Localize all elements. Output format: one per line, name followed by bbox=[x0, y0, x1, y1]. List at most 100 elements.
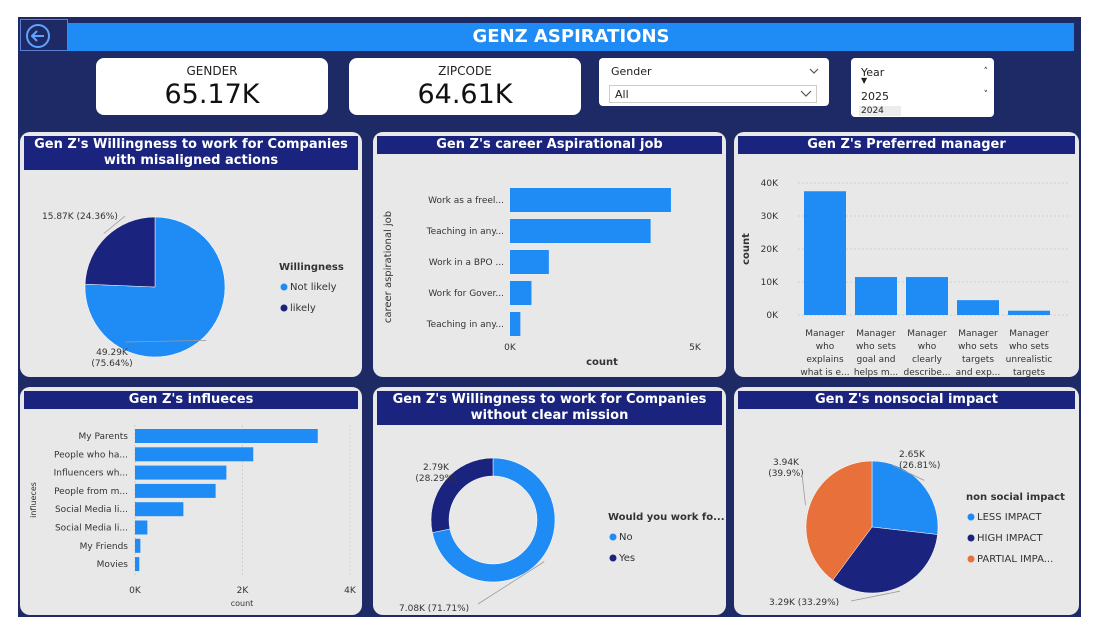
gender-card-value: 65.17K bbox=[164, 79, 260, 110]
tick-label: 40K bbox=[761, 179, 779, 189]
bar-chart-influences: 0K 2K 4K My Parents People who ha... Influenc… bbox=[29, 425, 357, 608]
gender-selected-value: All bbox=[615, 88, 629, 101]
legend-marker bbox=[967, 555, 975, 563]
bar bbox=[804, 191, 846, 315]
pie-chart-misaligned: 49.29K (75.64%) 15.87K (24.36%) Willingness… bbox=[42, 212, 344, 369]
bar bbox=[855, 277, 897, 315]
tick-label: 5K bbox=[689, 343, 702, 353]
axis-label: count bbox=[741, 233, 752, 265]
dashboard: GENZ ASPIRATIONS GENDER 65.17K ZIPCODE 6… bbox=[18, 17, 1081, 617]
tick-label: 4K bbox=[344, 586, 357, 596]
tick-label: 30K bbox=[761, 212, 779, 222]
bar bbox=[510, 219, 651, 243]
category-label: People from m... bbox=[54, 487, 128, 497]
data-label: 3.94K (39.9%) bbox=[768, 458, 804, 479]
gender-card: GENDER 65.17K bbox=[96, 58, 328, 115]
bar bbox=[510, 250, 549, 274]
pie-slice bbox=[84, 216, 156, 288]
axis-label: count bbox=[231, 599, 254, 608]
bar bbox=[906, 277, 948, 315]
data-label: 15.87K (24.36%) bbox=[42, 212, 118, 222]
bar bbox=[957, 300, 999, 315]
legend-marker bbox=[967, 534, 975, 542]
bar-chart-career: Work as a freel... Teaching in any... Work… bbox=[383, 188, 702, 368]
category-label: My Friends bbox=[80, 542, 129, 552]
category-label: Social Media li... bbox=[55, 524, 128, 534]
year-slicer: Year ▼ 2025 2024 ˄ ˅ bbox=[851, 58, 994, 117]
category-label: People who ha... bbox=[54, 450, 128, 460]
category-label: Teaching in any... bbox=[426, 227, 504, 237]
bar bbox=[510, 188, 671, 212]
legend-item: Yes bbox=[618, 553, 635, 564]
category-label: Manager who clearly describe... bbox=[904, 329, 951, 377]
zipcode-card: ZIPCODE 64.61K bbox=[349, 58, 581, 115]
data-label: 49.29K (75.64%) bbox=[91, 348, 132, 369]
year-option[interactable]: 2024 bbox=[859, 106, 901, 116]
gender-dropdown[interactable]: All bbox=[609, 85, 817, 103]
bar bbox=[135, 465, 227, 480]
back-button[interactable] bbox=[20, 19, 68, 51]
bar bbox=[135, 429, 318, 443]
bar-chart-manager: 40K 30K 20K 10K 0K Manager who explains what is … bbox=[741, 179, 1069, 377]
tick-label: 0K bbox=[129, 586, 142, 596]
category-label: Work as a freel... bbox=[428, 196, 504, 206]
legend-marker bbox=[609, 554, 617, 562]
chevron-down-icon bbox=[800, 90, 812, 97]
axis-label: career aspirational job bbox=[383, 211, 394, 323]
panel-nonsocial: Gen Z's nonsocial impact 2.65K (26.81%) 3.… bbox=[734, 387, 1079, 615]
zipcode-card-label: ZIPCODE bbox=[438, 64, 492, 78]
axis-label: count bbox=[586, 357, 618, 368]
donut-chart-mission: 7.08K (71.71%) 2.79K (28.29%) Would you wor… bbox=[399, 457, 725, 614]
panel-willingness-mission: Gen Z's Willingness to work for Companie… bbox=[373, 387, 726, 615]
legend-item: Not likely bbox=[290, 282, 337, 293]
tick-label: 0K bbox=[766, 311, 779, 321]
category-label: Work for Gover... bbox=[428, 289, 504, 299]
pie-chart-nonsocial: 2.65K (26.81%) 3.29K (33.29%) 3.94K (39.9%) n… bbox=[768, 450, 1065, 608]
sort-desc-icon[interactable]: ▼ bbox=[861, 76, 867, 85]
category-label: Work in a BPO ... bbox=[429, 258, 504, 268]
legend-item: PARTIAL IMPA... bbox=[977, 554, 1053, 565]
bar bbox=[135, 483, 216, 498]
category-label: Social Media li... bbox=[55, 505, 128, 515]
bar bbox=[510, 281, 532, 305]
back-arrow-icon bbox=[26, 24, 50, 48]
data-label: 2.79K (28.29%) bbox=[415, 463, 456, 484]
gender-card-label: GENDER bbox=[186, 64, 238, 78]
panel-career: Gen Z's career Aspirational job Work as … bbox=[373, 132, 726, 377]
legend-title: non social impact bbox=[966, 492, 1065, 503]
legend-title: Would you work fo... bbox=[608, 512, 725, 523]
pie-slice bbox=[871, 460, 939, 535]
legend-item: HIGH IMPACT bbox=[977, 533, 1044, 544]
category-label: My Parents bbox=[79, 432, 129, 442]
bar bbox=[135, 557, 140, 572]
category-label: Teaching in any... bbox=[426, 320, 504, 330]
bar bbox=[135, 447, 254, 462]
gender-slicer: Gender All bbox=[599, 58, 829, 106]
gender-slicer-title: Gender bbox=[611, 65, 652, 78]
legend-marker bbox=[280, 304, 288, 312]
category-label: Movies bbox=[97, 560, 129, 570]
tick-label: 0K bbox=[504, 343, 517, 353]
panel-manager: Gen Z's Preferred manager 40K 30K 20K 10K 0K… bbox=[734, 132, 1079, 377]
page-title: GENZ ASPIRATIONS bbox=[68, 23, 1074, 51]
bar bbox=[135, 502, 184, 517]
axis-label: influeces bbox=[29, 482, 38, 518]
year-option[interactable]: 2025 bbox=[861, 90, 889, 103]
scroll-down-icon[interactable]: ˅ bbox=[984, 90, 989, 100]
category-label: Manager who sets goal and helps m... bbox=[854, 329, 898, 377]
tick-label: 2K bbox=[237, 586, 250, 596]
bar bbox=[510, 312, 521, 336]
scroll-up-icon[interactable]: ˄ bbox=[984, 67, 989, 77]
legend-marker bbox=[967, 513, 975, 521]
chevron-down-icon[interactable] bbox=[809, 68, 819, 75]
tick-label: 10K bbox=[761, 278, 779, 288]
bar bbox=[135, 538, 141, 553]
category-label: Manager who sets unrealistic targets bbox=[1006, 329, 1053, 377]
legend-item: likely bbox=[290, 303, 316, 314]
category-label: Influencers wh... bbox=[54, 469, 128, 479]
tick-label: 20K bbox=[761, 245, 779, 255]
bar bbox=[1008, 310, 1050, 315]
data-label: 2.65K (26.81%) bbox=[899, 450, 940, 471]
data-label: 3.29K (33.29%) bbox=[769, 598, 839, 608]
legend-title: Willingness bbox=[279, 262, 344, 273]
